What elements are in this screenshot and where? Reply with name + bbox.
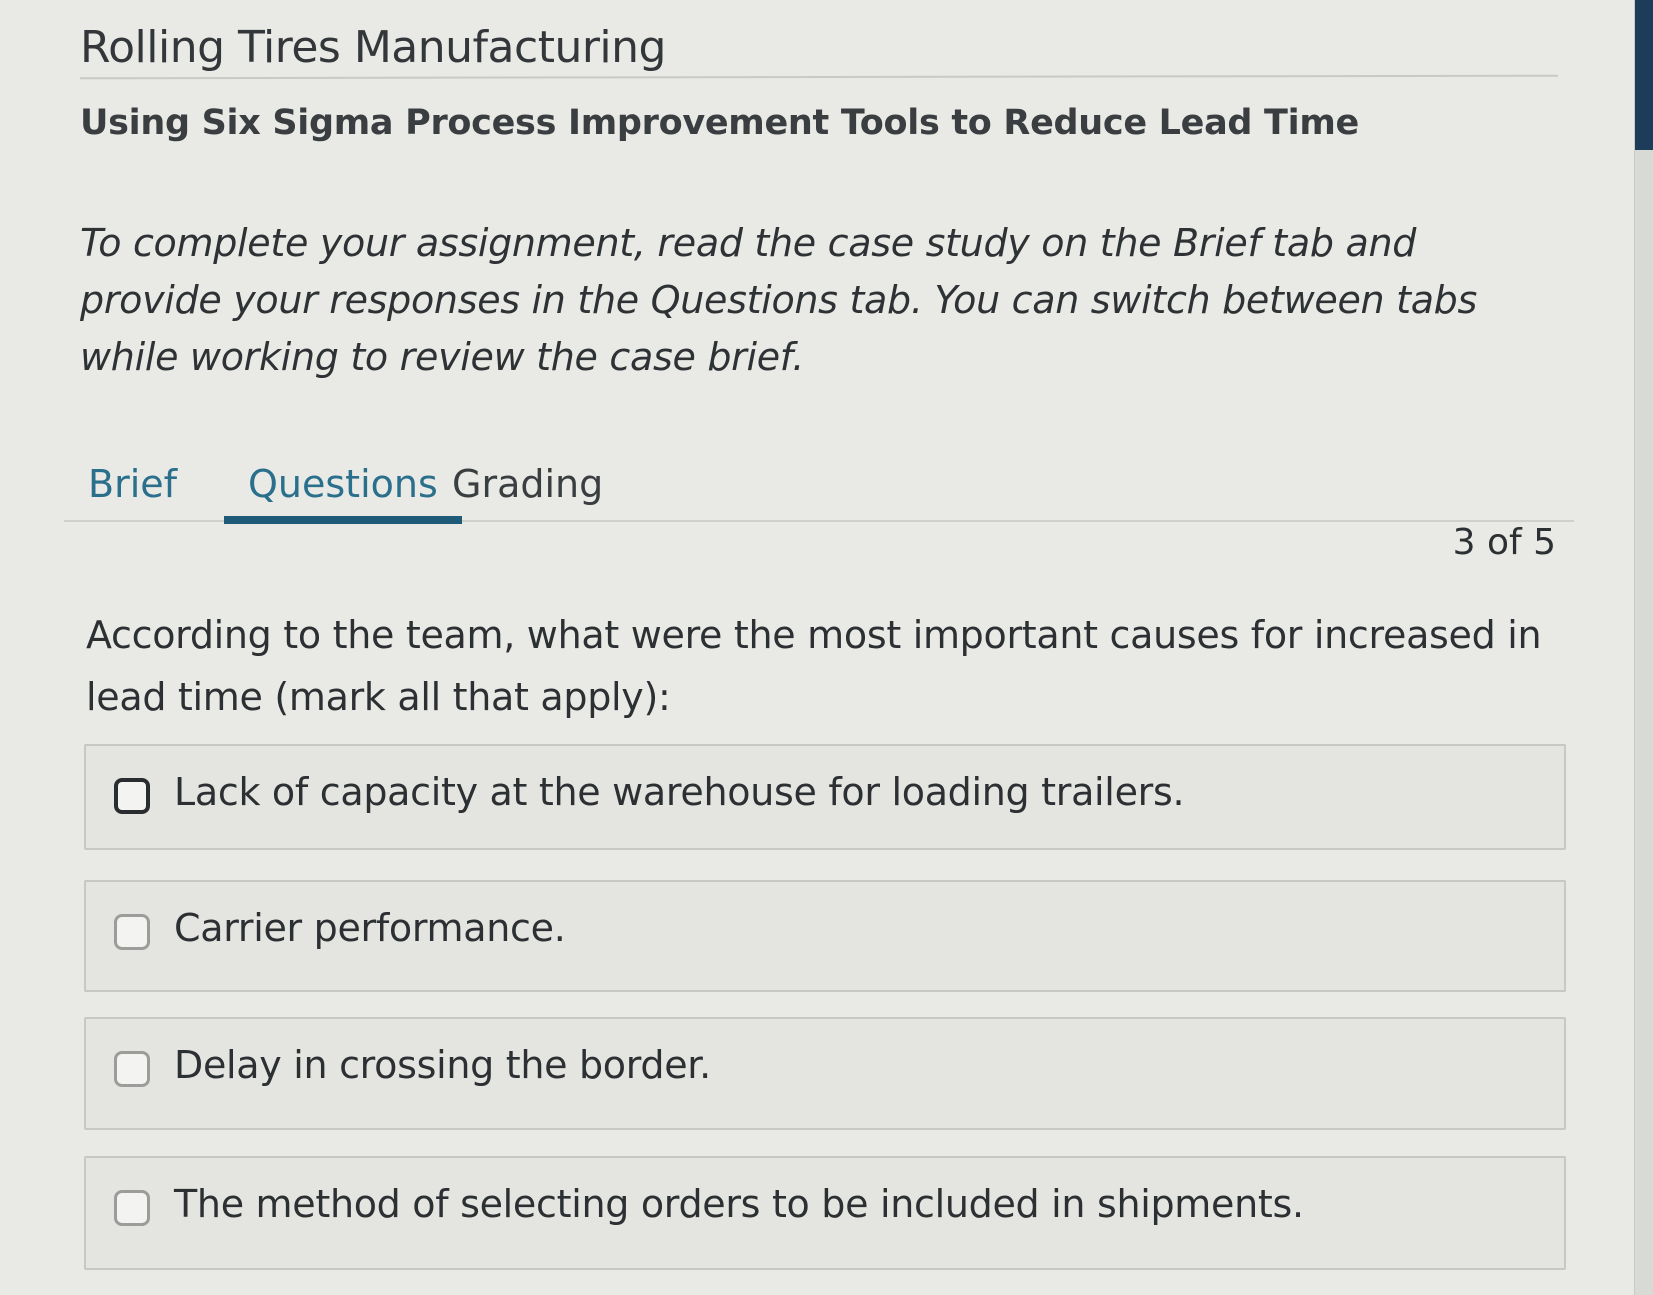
answer-option-label: The method of selecting orders to be inc… xyxy=(174,1182,1304,1226)
assignment-instructions: To complete your assignment, read the ca… xyxy=(80,221,1477,379)
answer-option-border[interactable]: Delay in crossing the border. xyxy=(84,1017,1566,1130)
tab-questions[interactable]: Questions xyxy=(224,462,462,524)
page-title: Rolling Tires Manufacturing xyxy=(80,22,666,73)
checkbox[interactable] xyxy=(114,1190,150,1226)
answer-option-capacity[interactable]: Lack of capacity at the warehouse for lo… xyxy=(84,744,1566,850)
checkbox[interactable] xyxy=(114,914,150,950)
tab-bar: Brief Questions Grading xyxy=(64,458,1574,524)
title-divider xyxy=(79,74,1559,80)
window-edge xyxy=(1634,0,1653,1295)
page-subtitle: Using Six Sigma Process Improvement Tool… xyxy=(80,103,1359,143)
tab-brief[interactable]: Brief xyxy=(88,462,177,516)
question-counter: 3 of 5 xyxy=(1452,522,1556,563)
answer-option-order-selection[interactable]: The method of selecting orders to be inc… xyxy=(84,1156,1566,1270)
answer-option-label: Lack of capacity at the warehouse for lo… xyxy=(174,770,1185,814)
answer-option-carrier[interactable]: Carrier performance. xyxy=(84,880,1566,992)
checkbox[interactable] xyxy=(114,1051,150,1087)
question-text: According to the team, what were the mos… xyxy=(86,613,1542,719)
checkbox[interactable] xyxy=(114,778,150,814)
assignment-page: Rolling Tires Manufacturing Using Six Si… xyxy=(0,0,1634,1295)
answer-option-label: Delay in crossing the border. xyxy=(174,1043,711,1087)
answer-option-label: Carrier performance. xyxy=(174,906,566,950)
side-panel-tab xyxy=(1635,0,1653,150)
tab-grading[interactable]: Grading xyxy=(452,462,603,516)
